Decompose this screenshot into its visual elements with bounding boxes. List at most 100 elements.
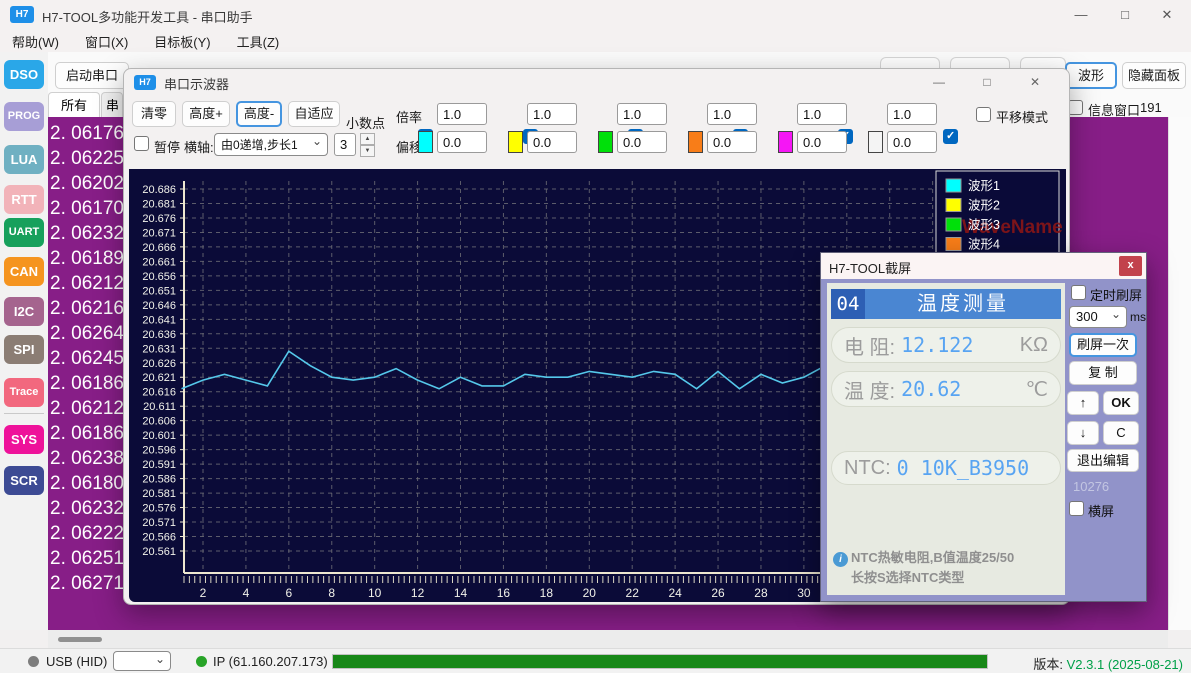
y-axis-label: 20.601: [142, 430, 176, 442]
sidebar-item-uart[interactable]: UART: [4, 218, 44, 247]
sidebar-item-rtt[interactable]: RTT: [4, 185, 44, 214]
sidebar-item-prog[interactable]: PROG: [4, 102, 44, 131]
sidebar-item-sys[interactable]: SYS: [4, 425, 44, 454]
channel-1-scale-input[interactable]: [437, 103, 487, 125]
progress-bar: [332, 654, 988, 669]
y-axis-label: 20.686: [142, 184, 176, 196]
menu-item-targetboard[interactable]: 目标板(Y): [154, 32, 210, 51]
channel-2-scale-input[interactable]: [527, 103, 577, 125]
resistance-unit: KΩ: [1019, 333, 1048, 356]
autofit-button[interactable]: 自适应: [288, 101, 340, 127]
tab-all[interactable]: 所有: [48, 92, 100, 117]
vertical-scrollbar[interactable]: [1168, 117, 1191, 630]
channel-5-offset-input[interactable]: [797, 131, 847, 153]
sidebar-item-dso[interactable]: DSO: [4, 60, 44, 89]
spin-up-icon[interactable]: ▲: [360, 133, 375, 145]
counter-value: 10276: [1073, 479, 1110, 494]
serial-list-row: 2. 062322: [50, 223, 124, 244]
horizontal-scrollbar[interactable]: [48, 630, 1168, 648]
scope-title: 串口示波器: [164, 77, 230, 92]
timer-refresh-label: 定时刷屏: [1090, 288, 1143, 303]
channel-2-color-swatch[interactable]: [508, 131, 523, 153]
ok-button[interactable]: OK: [1103, 391, 1139, 415]
copy-button[interactable]: 复 制: [1069, 361, 1137, 385]
window-maximize-button[interactable]: □: [1103, 0, 1147, 30]
sidebar-item-trace[interactable]: Trace: [4, 378, 44, 407]
resistance-value: 12.122: [901, 333, 974, 357]
scope-close-button[interactable]: ✕: [1015, 69, 1055, 95]
height-plus-button[interactable]: 高度+: [182, 101, 230, 127]
refresh-once-button[interactable]: 刷屏一次: [1069, 333, 1137, 357]
channel-4-scale-input[interactable]: [707, 103, 757, 125]
legend-item[interactable]: 波形4: [968, 238, 1000, 252]
x-axis-label: 10: [368, 586, 382, 600]
port-select[interactable]: [113, 651, 171, 671]
sidebar-item-spi[interactable]: SPI: [4, 335, 44, 364]
up-button[interactable]: ↑: [1067, 391, 1099, 415]
timer-refresh-checkbox[interactable]: [1071, 285, 1086, 300]
menu-item-tools[interactable]: 工具(Z): [237, 32, 280, 51]
sidebar-item-can[interactable]: CAN: [4, 257, 44, 286]
landscape-checkbox[interactable]: [1069, 501, 1084, 516]
channel-5-scale-input[interactable]: [797, 103, 847, 125]
info-icon: i: [833, 552, 848, 567]
y-axis-label: 20.636: [142, 329, 176, 341]
hide-panel-button[interactable]: 隐藏面板: [1122, 62, 1186, 89]
pause-checkbox[interactable]: [134, 136, 149, 151]
channel-6-scale-input[interactable]: [887, 103, 937, 125]
legend-item[interactable]: 波形1: [968, 179, 1000, 193]
haxis-select[interactable]: 由0递增,步长1: [214, 133, 328, 156]
scope-minimize-button[interactable]: —: [919, 69, 959, 95]
capture-close-button[interactable]: x: [1119, 256, 1142, 276]
sidebar-item-lua[interactable]: LUA: [4, 145, 44, 174]
x-axis-label: 22: [626, 586, 640, 600]
channel-6-offset-input[interactable]: [887, 131, 937, 153]
channel-6-color-swatch[interactable]: [868, 131, 883, 153]
start-serial-button[interactable]: 启动串口: [55, 62, 129, 89]
c-button[interactable]: C: [1103, 421, 1139, 445]
info-window-checkbox[interactable]: [1068, 100, 1083, 115]
tab-serial[interactable]: 串口: [101, 92, 123, 117]
x-axis-label: 12: [411, 586, 425, 600]
channel-6-enable-checkbox[interactable]: [943, 129, 958, 144]
interval-select[interactable]: 300: [1069, 306, 1127, 328]
sidebar-item-scr[interactable]: SCR: [4, 466, 44, 495]
channel-2-offset-input[interactable]: [527, 131, 577, 153]
app-root: H7 H7-TOOL多功能开发工具 - 串口助手 — □ ✕ 帮助(W) 窗口(…: [0, 0, 1191, 673]
menu-item-help[interactable]: 帮助(W): [12, 32, 59, 51]
y-axis-label: 20.631: [142, 343, 176, 355]
height-minus-button[interactable]: 高度-: [236, 101, 282, 127]
spin-down-icon[interactable]: ▼: [360, 145, 375, 157]
pan-mode-checkbox[interactable]: [976, 107, 991, 122]
channel-3-color-swatch[interactable]: [598, 131, 613, 153]
serial-list-row: 2. 062127: [50, 273, 124, 294]
scope-logo-icon: H7: [134, 75, 156, 90]
channel-5-color-swatch[interactable]: [778, 131, 793, 153]
device-screen-preview: 04 温度测量 电 阻: 12.122 KΩ 温 度: 20.62 ℃ NTC:…: [827, 283, 1065, 595]
info-window-label: 信息窗口: [1088, 103, 1141, 118]
horizontal-scrollbar-thumb[interactable]: [58, 637, 102, 642]
haxis-label: 横轴:: [184, 140, 214, 155]
clear-button[interactable]: 清零: [132, 101, 176, 127]
down-button[interactable]: ↓: [1067, 421, 1099, 445]
decimal-spinner[interactable]: ▲ ▼: [360, 133, 375, 157]
exit-edit-button[interactable]: 退出编辑: [1067, 449, 1139, 472]
y-axis-label: 20.611: [143, 401, 176, 413]
y-axis-label: 20.666: [142, 242, 176, 254]
window-close-button[interactable]: ✕: [1145, 0, 1189, 30]
channel-4-color-swatch[interactable]: [688, 131, 703, 153]
waveform-button[interactable]: 波形: [1065, 62, 1117, 89]
channel-3-scale-input[interactable]: [617, 103, 667, 125]
menu-item-window[interactable]: 窗口(X): [85, 32, 128, 51]
channel-1-color-swatch[interactable]: [418, 131, 433, 153]
sidebar-item-i2c[interactable]: I2C: [4, 297, 44, 326]
legend-item[interactable]: 波形2: [968, 199, 1000, 213]
legend-item[interactable]: 波形3: [968, 218, 1000, 232]
channel-3-offset-input[interactable]: [617, 131, 667, 153]
serial-list-row: 2. 062127: [50, 398, 124, 419]
window-minimize-button[interactable]: —: [1059, 0, 1103, 30]
channel-4-offset-input[interactable]: [707, 131, 757, 153]
channel-1-offset-input[interactable]: [437, 131, 487, 153]
decimal-input[interactable]: [334, 133, 356, 156]
scope-maximize-button[interactable]: □: [967, 69, 1007, 95]
